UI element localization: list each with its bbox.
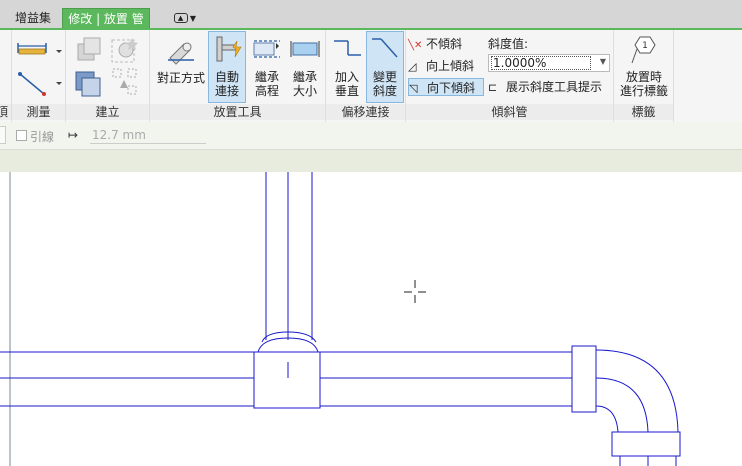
panel-sloped-pipe: ╲✕ 不傾斜 ◿ 向上傾斜 ◹ 向下傾斜 斜度值: 1.0000% ▼ ⊏ 展示斜度工具… (406, 30, 614, 122)
inherit-elevation-label-1: 繼承 (254, 70, 279, 84)
chevron-down-icon: ▼ (189, 14, 197, 23)
add-vertical-button[interactable]: 加入 垂直 (328, 32, 366, 102)
inherit-elevation-button[interactable]: 繼承 高程 (248, 32, 286, 102)
contextual-toggle-icon: ▲ (173, 13, 188, 23)
leader-checkbox[interactable] (16, 130, 27, 141)
leader-length-input[interactable]: 12.7 mm (90, 127, 206, 144)
panel-tag: 1 放置時 進行標籤 標籤 (614, 30, 674, 122)
pipe-drawing[interactable] (0, 172, 742, 466)
measure-along-icon[interactable] (16, 68, 64, 98)
slope-tooltip-icon: ⊏ (488, 81, 498, 94)
leader-label: 引線 (30, 130, 55, 144)
auto-connect-button[interactable]: 自動 連接 (208, 31, 246, 103)
no-slope-option[interactable]: ╲✕ 不傾斜 (408, 35, 484, 53)
panel-measure: 測量 (12, 30, 66, 122)
panel-offset-connections: 加入 垂直 變更 斜度 偏移連接 (326, 30, 406, 122)
show-slope-tooltip-button[interactable]: ⊏ 展示斜度工具提示 (488, 78, 612, 96)
inherit-size-button[interactable]: 繼承 大小 (286, 32, 324, 102)
ribbon-tab-bar: 增益集 修改 | 放置 管 ▲ ▼ (0, 0, 742, 30)
add-vertical-label-2: 垂直 (334, 84, 359, 98)
panel-tag-label: 標籤 (614, 104, 673, 120)
justification-button[interactable]: 對正方式 (154, 32, 208, 102)
tag-on-placement-button[interactable]: 1 放置時 進行標籤 (616, 32, 672, 102)
panel-sloped-pipe-label: 傾斜管 (406, 104, 613, 120)
justification-label: 對正方式 (156, 71, 205, 85)
auto-connect-label-1: 自動 (214, 70, 239, 84)
leader-length-icon: ↦ (68, 128, 79, 142)
slope-up-icon: ◿ (408, 60, 417, 73)
change-slope-button[interactable]: 變更 斜度 (366, 31, 404, 103)
slope-value-text: 1.0000% (491, 56, 591, 70)
tab-addins[interactable]: 增益集 (10, 8, 56, 28)
tab-contextual-dropdown[interactable]: ▲ ▼ (170, 8, 200, 28)
slope-down-option[interactable]: ◹ 向下傾斜 (408, 78, 484, 96)
chevron-down-icon: ▼ (599, 57, 606, 66)
panel-offset-connections-label: 偏移連接 (326, 104, 405, 120)
tag-icon: 1 (631, 36, 656, 64)
panel-clipped: 頂 (0, 30, 12, 122)
panel-create-label: 建立 (66, 104, 149, 120)
panel-measure-label: 測量 (12, 104, 65, 120)
no-slope-icon: ╲✕ (408, 40, 423, 51)
change-slope-label-1: 變更 (372, 70, 397, 84)
auto-connect-icon (216, 36, 242, 62)
create-assembly-icon[interactable] (72, 66, 106, 100)
slope-value-label: 斜度值: (488, 37, 529, 51)
svg-text:1: 1 (642, 41, 648, 51)
inherit-size-label-1: 繼承 (292, 70, 317, 84)
tag-on-placement-label-1: 放置時 (625, 70, 662, 84)
slope-down-icon: ◹ (409, 82, 418, 95)
justification-icon (168, 42, 194, 65)
tag-on-placement-label-2: 進行標籤 (619, 84, 668, 98)
change-slope-label-2: 斜度 (372, 84, 397, 98)
change-slope-icon (372, 38, 398, 58)
slope-up-option[interactable]: ◿ 向上傾斜 (408, 57, 484, 75)
create-part-icon[interactable] (74, 34, 104, 64)
crosshair-cursor-icon (404, 280, 426, 303)
show-slope-tooltip-label: 展示斜度工具提示 (506, 80, 603, 94)
ribbon: 頂 測量 建立 對正方式 自動 連接 繼承 高程 繼承 大小 放置工具 加入 垂… (0, 30, 742, 122)
slope-up-label: 向上傾斜 (426, 59, 475, 73)
panel-create: 建立 (66, 30, 150, 122)
slope-value-select[interactable]: 1.0000% ▼ (488, 54, 610, 72)
add-vertical-label-1: 加入 (334, 70, 359, 84)
add-vertical-icon (334, 40, 361, 56)
tab-modify-place-pipe[interactable]: 修改 | 放置 管 (62, 8, 150, 28)
panel-placement-tools: 對正方式 自動 連接 繼承 高程 繼承 大小 放置工具 (150, 30, 326, 122)
options-bar: 引線 ↦ 12.7 mm (0, 122, 742, 150)
no-slope-label: 不傾斜 (426, 37, 463, 51)
inherit-elevation-icon (253, 40, 280, 58)
inherit-size-icon (290, 41, 320, 57)
create-group-icon[interactable] (110, 34, 142, 64)
auto-connect-label-2: 連接 (214, 84, 239, 98)
drawing-canvas[interactable] (0, 172, 742, 466)
inherit-size-label-2: 大小 (292, 84, 317, 98)
measure-between-icon[interactable] (16, 38, 64, 60)
options-bar-footer (0, 150, 742, 172)
options-bar-edge (0, 126, 6, 144)
slope-down-label: 向下傾斜 (427, 81, 476, 95)
panel-placement-tools-label: 放置工具 (150, 104, 325, 120)
inherit-elevation-label-2: 高程 (254, 84, 279, 98)
panel-clipped-label: 頂 (0, 104, 11, 120)
create-similar-icon[interactable] (110, 66, 142, 100)
